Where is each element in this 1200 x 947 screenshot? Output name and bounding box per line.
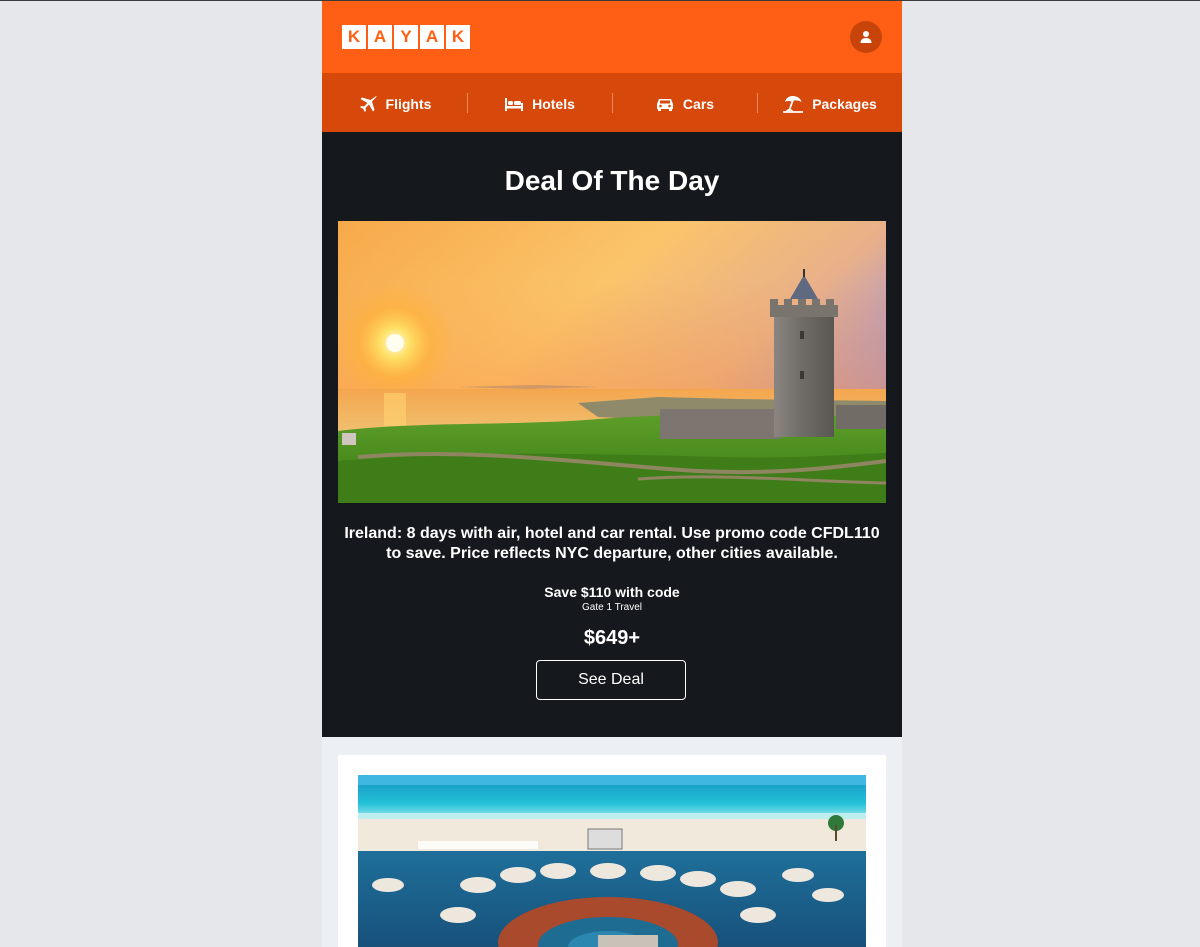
nav-item-hotels[interactable]: Hotels: [467, 73, 612, 132]
plane-icon: [359, 95, 377, 112]
deal-of-the-day-section: Deal Of The Day Ireland: 8 days with air…: [322, 132, 902, 737]
promo-card: [338, 755, 886, 947]
email-container: K A Y A K Flights Hotels Cars Packages D…: [322, 1, 902, 947]
nav-item-label: Cars: [682, 95, 715, 112]
kayak-logo[interactable]: K A Y A K: [342, 25, 470, 49]
provider-name: Gate 1 Travel: [581, 602, 643, 613]
see-deal-button[interactable]: See Deal: [536, 660, 686, 700]
beach-umbrella-icon: [783, 95, 804, 113]
user-icon: [860, 31, 872, 43]
hero-illustration: [338, 221, 886, 503]
deal-description: Ireland: 8 days with air, hotel and car …: [344, 525, 880, 562]
save-code-label: Save $110 with code: [544, 584, 680, 600]
logo-letter: Y: [394, 25, 418, 49]
nav-item-label: Packages: [812, 95, 877, 112]
car-icon: [656, 98, 673, 111]
logo-letter: A: [368, 25, 392, 49]
nav-item-label: Flights: [385, 95, 432, 112]
deal-title: Deal Of The Day: [504, 165, 720, 196]
account-button[interactable]: [850, 21, 882, 53]
logo-letter: K: [446, 25, 470, 49]
logo-letter: A: [420, 25, 444, 49]
nav-item-flights[interactable]: Flights: [322, 73, 467, 132]
resort-illustration: [358, 775, 866, 947]
nav-item-cars[interactable]: Cars: [612, 73, 757, 132]
deal-price: $649+: [583, 627, 641, 649]
nav-item-label: Hotels: [532, 95, 575, 112]
bed-icon: [505, 97, 524, 111]
header-bar: K A Y A K: [322, 1, 902, 73]
resort-pool-image[interactable]: [358, 775, 866, 947]
nav-bar: Flights Hotels Cars Packages: [322, 73, 902, 132]
nav-item-packages[interactable]: Packages: [757, 73, 902, 132]
logo-letter: K: [342, 25, 366, 49]
ireland-castle-image[interactable]: [338, 221, 886, 503]
